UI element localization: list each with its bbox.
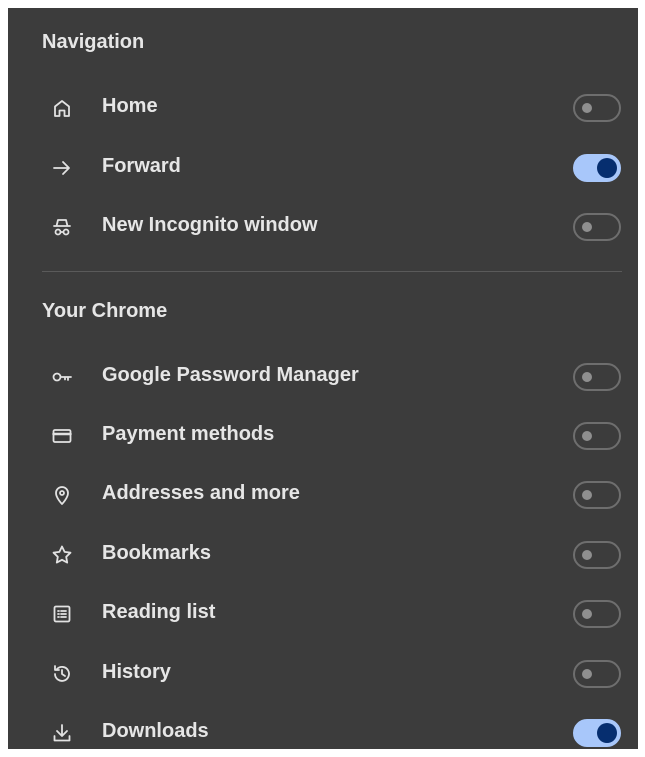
incognito-toggle[interactable] (573, 213, 621, 241)
forward-toggle[interactable] (573, 154, 621, 182)
toggle-knob (582, 103, 592, 113)
row-google-password-manager[interactable]: Google Password Manager (8, 349, 638, 405)
toggle-knob (597, 723, 617, 743)
row-label: Forward (102, 155, 181, 177)
row-label: Addresses and more (102, 482, 300, 504)
row-forward[interactable]: Forward (8, 140, 638, 196)
row-label: Payment methods (102, 423, 275, 445)
section-title-your-chrome: Your Chrome (42, 300, 168, 322)
toggle-knob (582, 222, 592, 232)
payment-methods-toggle[interactable] (573, 422, 621, 450)
bookmarks-toggle[interactable] (573, 541, 621, 569)
row-home[interactable]: Home (8, 80, 638, 136)
addresses-toggle[interactable] (573, 481, 621, 509)
row-downloads[interactable]: Downloads (8, 705, 638, 749)
row-payment-methods[interactable]: Payment methods (8, 408, 638, 464)
toggle-knob (582, 372, 592, 382)
row-bookmarks[interactable]: Bookmarks (8, 527, 638, 583)
toggle-knob (582, 550, 592, 560)
key-icon (48, 363, 76, 391)
password-manager-toggle[interactable] (573, 363, 621, 391)
row-new-incognito-window[interactable]: New Incognito window (8, 199, 638, 255)
toggle-knob (582, 669, 592, 679)
forward-arrow-icon (48, 154, 76, 182)
credit-card-icon (48, 422, 76, 450)
history-icon (48, 660, 76, 688)
toolbar-customization-panel: Navigation Home Forward New Incognito wi… (8, 8, 638, 749)
row-label: Home (102, 95, 158, 117)
history-toggle[interactable] (573, 660, 621, 688)
section-title-navigation: Navigation (42, 31, 145, 53)
reading-list-icon (48, 600, 76, 628)
toggle-knob (582, 431, 592, 441)
row-label: New Incognito window (102, 214, 318, 236)
row-history[interactable]: History (8, 646, 638, 702)
toggle-knob (582, 609, 592, 619)
row-reading-list[interactable]: Reading list (8, 586, 638, 642)
downloads-toggle[interactable] (573, 719, 621, 747)
row-label: Downloads (102, 720, 209, 742)
row-addresses-and-more[interactable]: Addresses and more (8, 467, 638, 523)
toggle-knob (582, 490, 592, 500)
incognito-icon (48, 213, 76, 241)
row-label: Google Password Manager (102, 364, 359, 386)
location-pin-icon (48, 481, 76, 509)
row-label: History (102, 661, 171, 683)
toggle-knob (597, 158, 617, 178)
row-label: Bookmarks (102, 542, 211, 564)
star-icon (48, 541, 76, 569)
download-icon (48, 719, 76, 747)
reading-list-toggle[interactable] (573, 600, 621, 628)
home-icon (48, 94, 76, 122)
section-divider (42, 271, 622, 272)
home-toggle[interactable] (573, 94, 621, 122)
row-label: Reading list (102, 601, 216, 623)
